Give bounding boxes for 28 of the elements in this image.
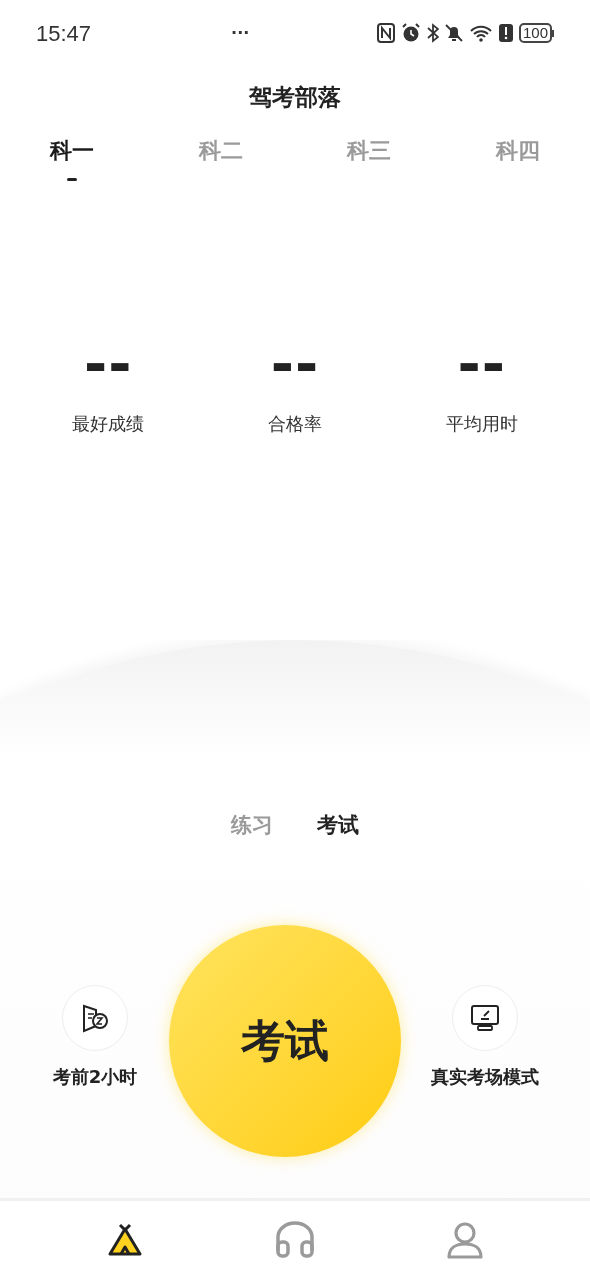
flag-timer-icon xyxy=(80,1003,110,1033)
subject-tab[interactable]: 科二 xyxy=(198,136,243,188)
person-icon[interactable] xyxy=(445,1219,485,1260)
wifi-icon xyxy=(468,23,493,43)
monitor-icon xyxy=(470,1003,500,1033)
status-more: ··· xyxy=(231,22,250,44)
stat-label: 最好成绩 xyxy=(72,412,145,436)
stat-value: -- xyxy=(84,342,133,386)
headphones-icon[interactable] xyxy=(274,1220,316,1259)
muted-bell-icon xyxy=(444,23,463,43)
stat-label: 合格率 xyxy=(268,412,322,436)
nfc-icon xyxy=(376,23,395,43)
subject-tab[interactable]: 科三 xyxy=(347,136,392,188)
mode-tab[interactable]: 考试 xyxy=(317,810,359,842)
alarm-icon xyxy=(400,23,421,43)
side-action-label: 考前2小时 xyxy=(52,1065,138,1089)
bluetooth-icon xyxy=(426,23,439,43)
stat-value: -- xyxy=(270,342,320,386)
subject-tab[interactable]: 科一 xyxy=(50,136,94,188)
stat-value: -- xyxy=(457,342,506,386)
mode-tab[interactable]: 练习 xyxy=(231,810,273,842)
status-time: 15:47 xyxy=(36,19,92,48)
subject-tab[interactable]: 科四 xyxy=(495,136,540,188)
page-title: 驾考部落 xyxy=(249,82,341,112)
side-action-label: 真实考场模式 xyxy=(431,1065,539,1089)
stat-label: 平均用时 xyxy=(445,412,518,436)
battery-indicator: 100 xyxy=(518,23,554,43)
alert-icon xyxy=(498,23,513,43)
